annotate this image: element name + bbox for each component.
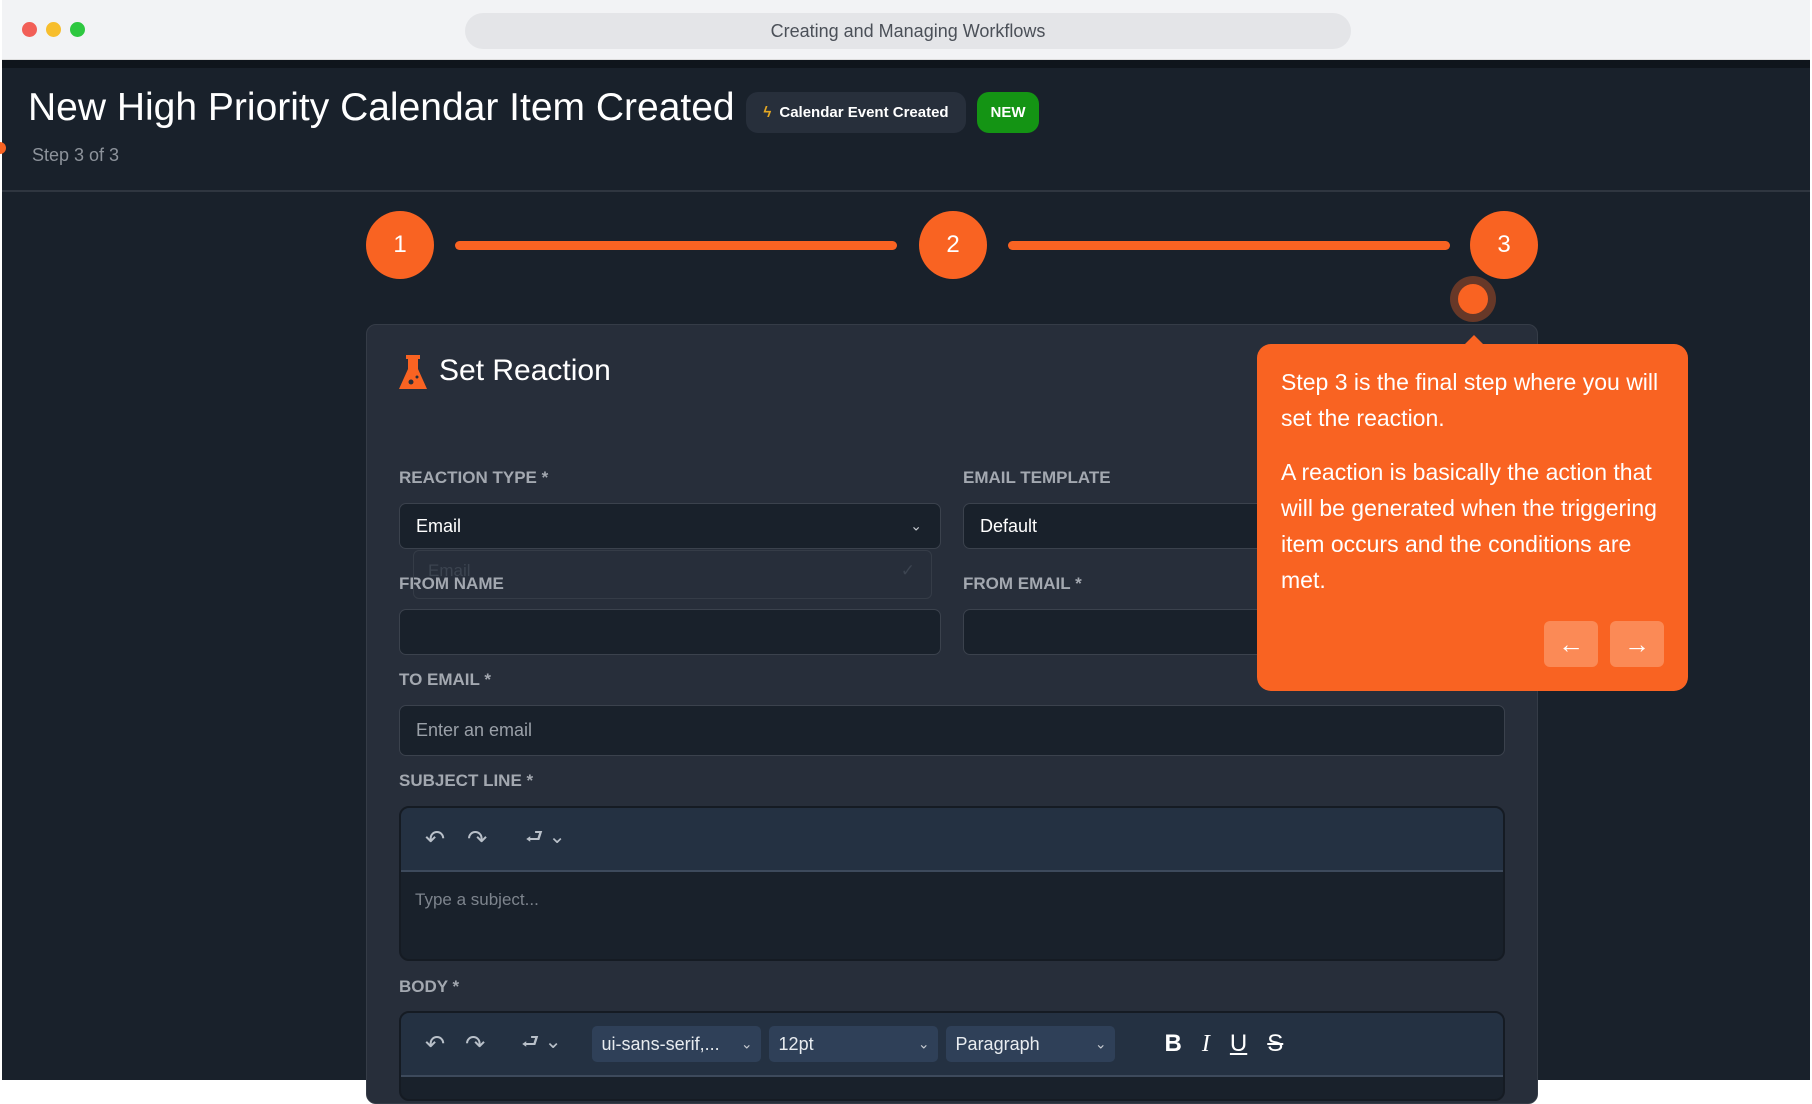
redo-icon[interactable]: ↷	[465, 1030, 485, 1059]
new-badge: NEW	[977, 92, 1039, 133]
font-family-value: ui-sans-serif,...	[601, 1033, 720, 1054]
step-connector	[455, 241, 897, 250]
subject-editor: ↶ ↷ ⮐ ⌄ Type a subject...	[399, 806, 1505, 961]
to-email-placeholder: Enter an email	[416, 720, 533, 740]
window-title: Creating and Managing Workflows	[465, 13, 1351, 49]
minimize-window-button[interactable]	[46, 22, 61, 37]
chevron-down-icon: ⌄	[740, 1035, 753, 1052]
close-window-button[interactable]	[22, 22, 37, 37]
email-template-label: EMAIL TEMPLATE	[963, 468, 1111, 487]
header-divider	[2, 190, 1810, 192]
tour-beacon[interactable]	[1450, 276, 1496, 322]
lightning-icon: ϟ	[763, 104, 772, 121]
maximize-window-button[interactable]	[70, 22, 85, 37]
chevron-down-icon: ⌄	[910, 517, 922, 534]
card-title: Set Reaction	[439, 354, 611, 387]
step-indicator: Step 3 of 3	[32, 145, 120, 165]
chevron-down-icon: ⌄	[1094, 1035, 1107, 1052]
underline-icon[interactable]: U	[1230, 1030, 1247, 1058]
check-icon: ✓	[900, 561, 915, 580]
tour-tooltip: Step 3 is the final step where you will …	[1257, 335, 1688, 691]
insert-variable-icon[interactable]: ⮐ ⌄	[525, 822, 565, 856]
email-template-value: Default	[980, 515, 1038, 536]
tour-next-button[interactable]: →	[1610, 621, 1664, 667]
block-format-select[interactable]: Paragraph ⌄	[945, 1026, 1115, 1062]
dropdown-option: Email	[428, 561, 471, 580]
undo-icon[interactable]: ↶	[425, 825, 445, 854]
font-size-value: 12pt	[778, 1033, 814, 1054]
subject-label: SUBJECT LINE *	[399, 771, 534, 790]
chevron-down-icon: ⌄	[917, 1035, 930, 1052]
reaction-type-dropdown-ghost: Email ✓	[413, 550, 932, 599]
step-3[interactable]: 3	[1470, 211, 1538, 279]
subject-input[interactable]: Type a subject...	[401, 872, 1503, 928]
tooltip-text: A reaction is basically the action that …	[1281, 459, 1657, 593]
trigger-badge: ϟ Calendar Event Created	[746, 92, 966, 133]
font-family-select[interactable]: ui-sans-serif,... ⌄	[591, 1026, 761, 1062]
reaction-type-value: Email	[416, 515, 462, 536]
flask-icon	[398, 354, 428, 392]
reaction-type-label: REACTION TYPE *	[399, 468, 549, 487]
page-title: New High Priority Calendar Item Created	[28, 86, 735, 129]
bold-icon[interactable]: B	[1165, 1030, 1182, 1058]
tooltip-text: Step 3 is the final step where you will …	[1281, 369, 1659, 431]
from-name-input[interactable]	[399, 609, 941, 655]
from-email-label: FROM EMAIL *	[963, 574, 1082, 593]
reaction-type-select[interactable]: Email ⌄	[399, 503, 941, 549]
window-titlebar: Creating and Managing Workflows	[2, 0, 1810, 60]
step-connector	[1008, 241, 1450, 250]
undo-icon[interactable]: ↶	[425, 1030, 445, 1059]
tour-prev-button[interactable]: ←	[1544, 621, 1598, 667]
body-label: BODY *	[399, 977, 460, 996]
step-1[interactable]: 1	[366, 211, 434, 279]
block-format-value: Paragraph	[955, 1033, 1040, 1054]
font-size-select[interactable]: 12pt ⌄	[768, 1026, 938, 1062]
italic-icon[interactable]: I	[1202, 1031, 1210, 1058]
strikethrough-icon[interactable]: S	[1267, 1030, 1283, 1058]
trigger-badge-label: Calendar Event Created	[779, 104, 949, 121]
redo-icon[interactable]: ↷	[467, 825, 487, 854]
step-2[interactable]: 2	[919, 211, 987, 279]
to-email-label: TO EMAIL *	[399, 670, 491, 689]
body-editor: ↶ ↷ ⮐ ⌄ ui-sans-serif,... ⌄ 12pt ⌄ Paragra…	[399, 1011, 1505, 1101]
to-email-input[interactable]: Enter an email	[399, 705, 1505, 756]
insert-variable-icon[interactable]: ⮐ ⌄	[521, 1027, 561, 1061]
